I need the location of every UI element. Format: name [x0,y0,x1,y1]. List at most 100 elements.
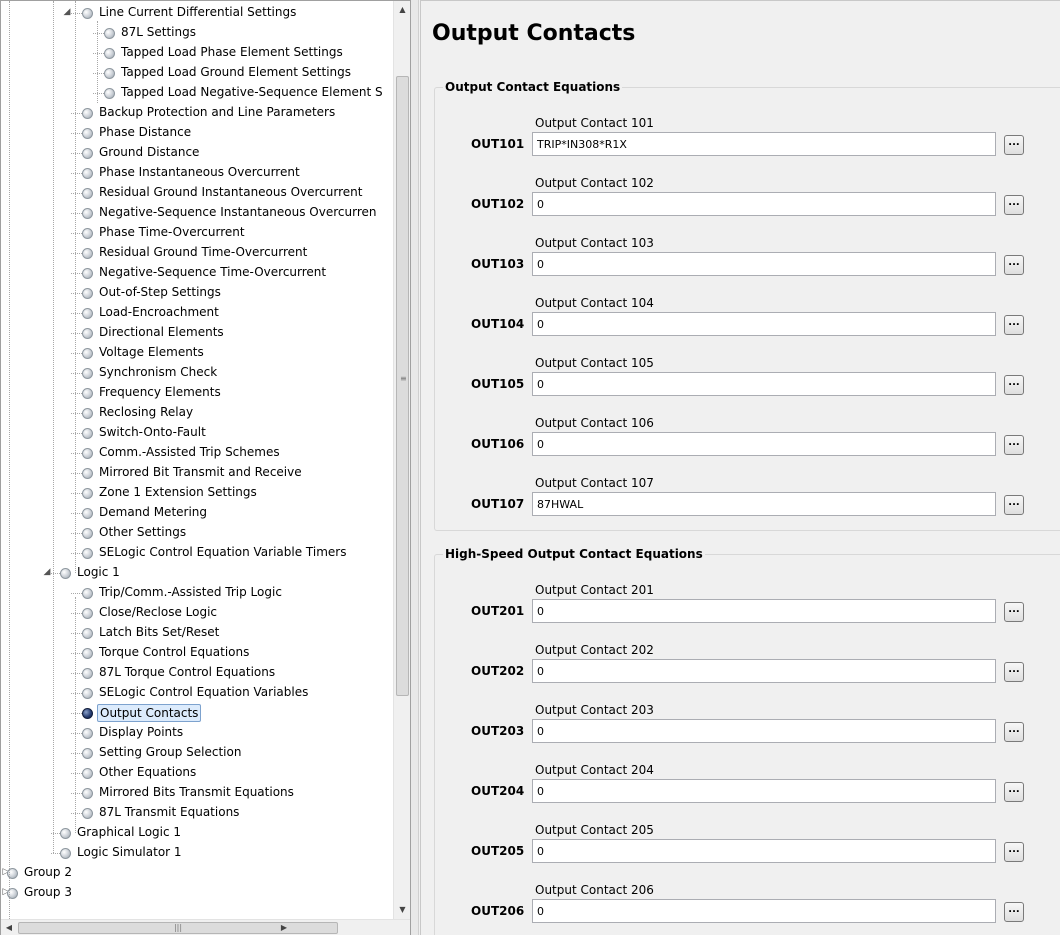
field-label: OUT104 [471,317,525,331]
ellipsis-button[interactable]: ... [1004,135,1024,155]
tree-horizontal-scrollbar[interactable]: ◀ ||| ▶ [1,919,410,935]
tree-item[interactable]: Reclosing Relay [1,403,393,423]
ellipsis-button[interactable]: ... [1004,195,1024,215]
tree-node-icon [104,88,115,99]
vertical-scroll-thumb[interactable]: ≡ [396,76,409,696]
equation-input[interactable] [532,779,996,803]
tree-item[interactable]: ◢ Line Current Differential Settings [1,3,393,23]
tree-item[interactable]: Phase Time-Overcurrent [1,223,393,243]
tree-item[interactable]: 87L Transmit Equations [1,803,393,823]
tree-item[interactable]: Zone 1 Extension Settings [1,483,393,503]
ellipsis-button[interactable]: ... [1004,782,1024,802]
tree-item[interactable]: ▷ Group 2 [1,863,393,883]
tree-item[interactable]: 87L Settings [1,23,393,43]
tree-item-label: Other Settings [99,525,187,539]
tree-item[interactable]: SELogic Control Equation Variables [1,683,393,703]
tree-item[interactable]: Close/Reclose Logic [1,603,393,623]
tree-item[interactable]: Negative-Sequence Time-Overcurrent [1,263,393,283]
equation-input[interactable] [532,432,996,456]
tree-item[interactable]: Mirrored Bit Transmit and Receive [1,463,393,483]
tree-item[interactable]: Synchronism Check [1,363,393,383]
tree-item[interactable]: Trip/Comm.-Assisted Trip Logic [1,583,393,603]
tree-node-icon [82,508,93,519]
expanded-arrow-icon[interactable]: ◢ [42,567,52,578]
tree-item-label: Reclosing Relay [99,405,194,419]
tree-item[interactable]: Other Equations [1,763,393,783]
tree-item[interactable]: Mirrored Bits Transmit Equations [1,783,393,803]
tree-item[interactable]: Setting Group Selection [1,743,393,763]
tree-node-icon [82,768,93,779]
equation-input[interactable] [532,719,996,743]
equation-input[interactable] [532,252,996,276]
scroll-down-arrow-icon[interactable]: ▼ [394,901,411,918]
tree-item[interactable]: Negative-Sequence Instantaneous Overcurr… [1,203,393,223]
tree-item[interactable]: Graphical Logic 1 [1,823,393,843]
tree-item[interactable]: Display Points [1,723,393,743]
tree-item[interactable]: Ground Distance [1,143,393,163]
equation-input[interactable] [532,492,996,516]
tree-item[interactable]: Frequency Elements [1,383,393,403]
tree-item[interactable]: Residual Ground Instantaneous Overcurren… [1,183,393,203]
equation-input[interactable] [532,599,996,623]
scroll-right-arrow-icon[interactable]: ▶ [276,920,292,935]
ellipsis-button[interactable]: ... [1004,315,1024,335]
equation-input[interactable] [532,659,996,683]
scroll-up-arrow-icon[interactable]: ▲ [394,1,411,18]
tree-item[interactable]: Other Settings [1,523,393,543]
tree-item-label: Trip/Comm.-Assisted Trip Logic [99,585,282,599]
tree-item[interactable]: Backup Protection and Line Parameters [1,103,393,123]
tree-item[interactable]: ◢ Logic 1 [1,563,393,583]
ellipsis-button[interactable]: ... [1004,435,1024,455]
output-contact-equations-group: Output Contact Equations Output Contact … [434,80,1060,531]
tree-item[interactable]: Switch-Onto-Fault [1,423,393,443]
equation-input[interactable] [532,312,996,336]
tree-item[interactable]: SELogic Control Equation Variable Timers [1,543,393,563]
tree-item[interactable]: Voltage Elements [1,343,393,363]
ellipsis-button[interactable]: ... [1004,722,1024,742]
page-title: Output Contacts [432,21,636,46]
tree-node-icon [82,168,93,179]
tree-item[interactable]: Out-of-Step Settings [1,283,393,303]
ellipsis-button[interactable]: ... [1004,662,1024,682]
tree-item[interactable]: Phase Instantaneous Overcurrent [1,163,393,183]
equation-input[interactable] [532,132,996,156]
tree-item[interactable]: Phase Distance [1,123,393,143]
tree-item[interactable]: ▷ Group 3 [1,883,393,903]
field-caption: Output Contact 201 [535,583,654,597]
tree-item-label: Torque Control Equations [99,645,250,659]
equation-input[interactable] [532,192,996,216]
expanded-arrow-icon[interactable]: ◢ [62,7,72,18]
ellipsis-button[interactable]: ... [1004,375,1024,395]
scroll-left-arrow-icon[interactable]: ◀ [1,920,17,935]
tree-item[interactable]: Tapped Load Phase Element Settings [1,43,393,63]
tree-item[interactable]: Tapped Load Negative-Sequence Element S [1,83,393,103]
tree-node-icon [82,388,93,399]
ellipsis-button[interactable]: ... [1004,842,1024,862]
tree-item[interactable]: Directional Elements [1,323,393,343]
tree-vertical-scrollbar[interactable]: ▲ ≡ ▼ [393,1,410,919]
tree-item[interactable]: Latch Bits Set/Reset [1,623,393,643]
field-caption: Output Contact 106 [535,416,654,430]
tree-item-label: Display Points [99,725,184,739]
tree-node-icon [82,748,93,759]
tree-item[interactable]: Output Contacts [1,703,393,723]
tree-item[interactable]: Load-Encroachment [1,303,393,323]
equation-input[interactable] [532,372,996,396]
tree-item[interactable]: Comm.-Assisted Trip Schemes [1,443,393,463]
tree-guide-line [75,597,76,833]
equation-input[interactable] [532,839,996,863]
tree-item[interactable]: Tapped Load Ground Element Settings [1,63,393,83]
ellipsis-button[interactable]: ... [1004,902,1024,922]
pane-splitter[interactable] [411,0,419,935]
ellipsis-button[interactable]: ... [1004,602,1024,622]
tree-item[interactable]: Residual Ground Time-Overcurrent [1,243,393,263]
equation-input[interactable] [532,899,996,923]
tree-item[interactable]: Torque Control Equations [1,643,393,663]
tree-item[interactable]: Demand Metering [1,503,393,523]
ellipsis-button[interactable]: ... [1004,255,1024,275]
field-label: OUT204 [471,784,525,798]
tree-item[interactable]: 87L Torque Control Equations [1,663,393,683]
ellipsis-button[interactable]: ... [1004,495,1024,515]
tree-item[interactable]: Logic Simulator 1 [1,843,393,863]
tree-item-label: Load-Encroachment [99,305,219,319]
